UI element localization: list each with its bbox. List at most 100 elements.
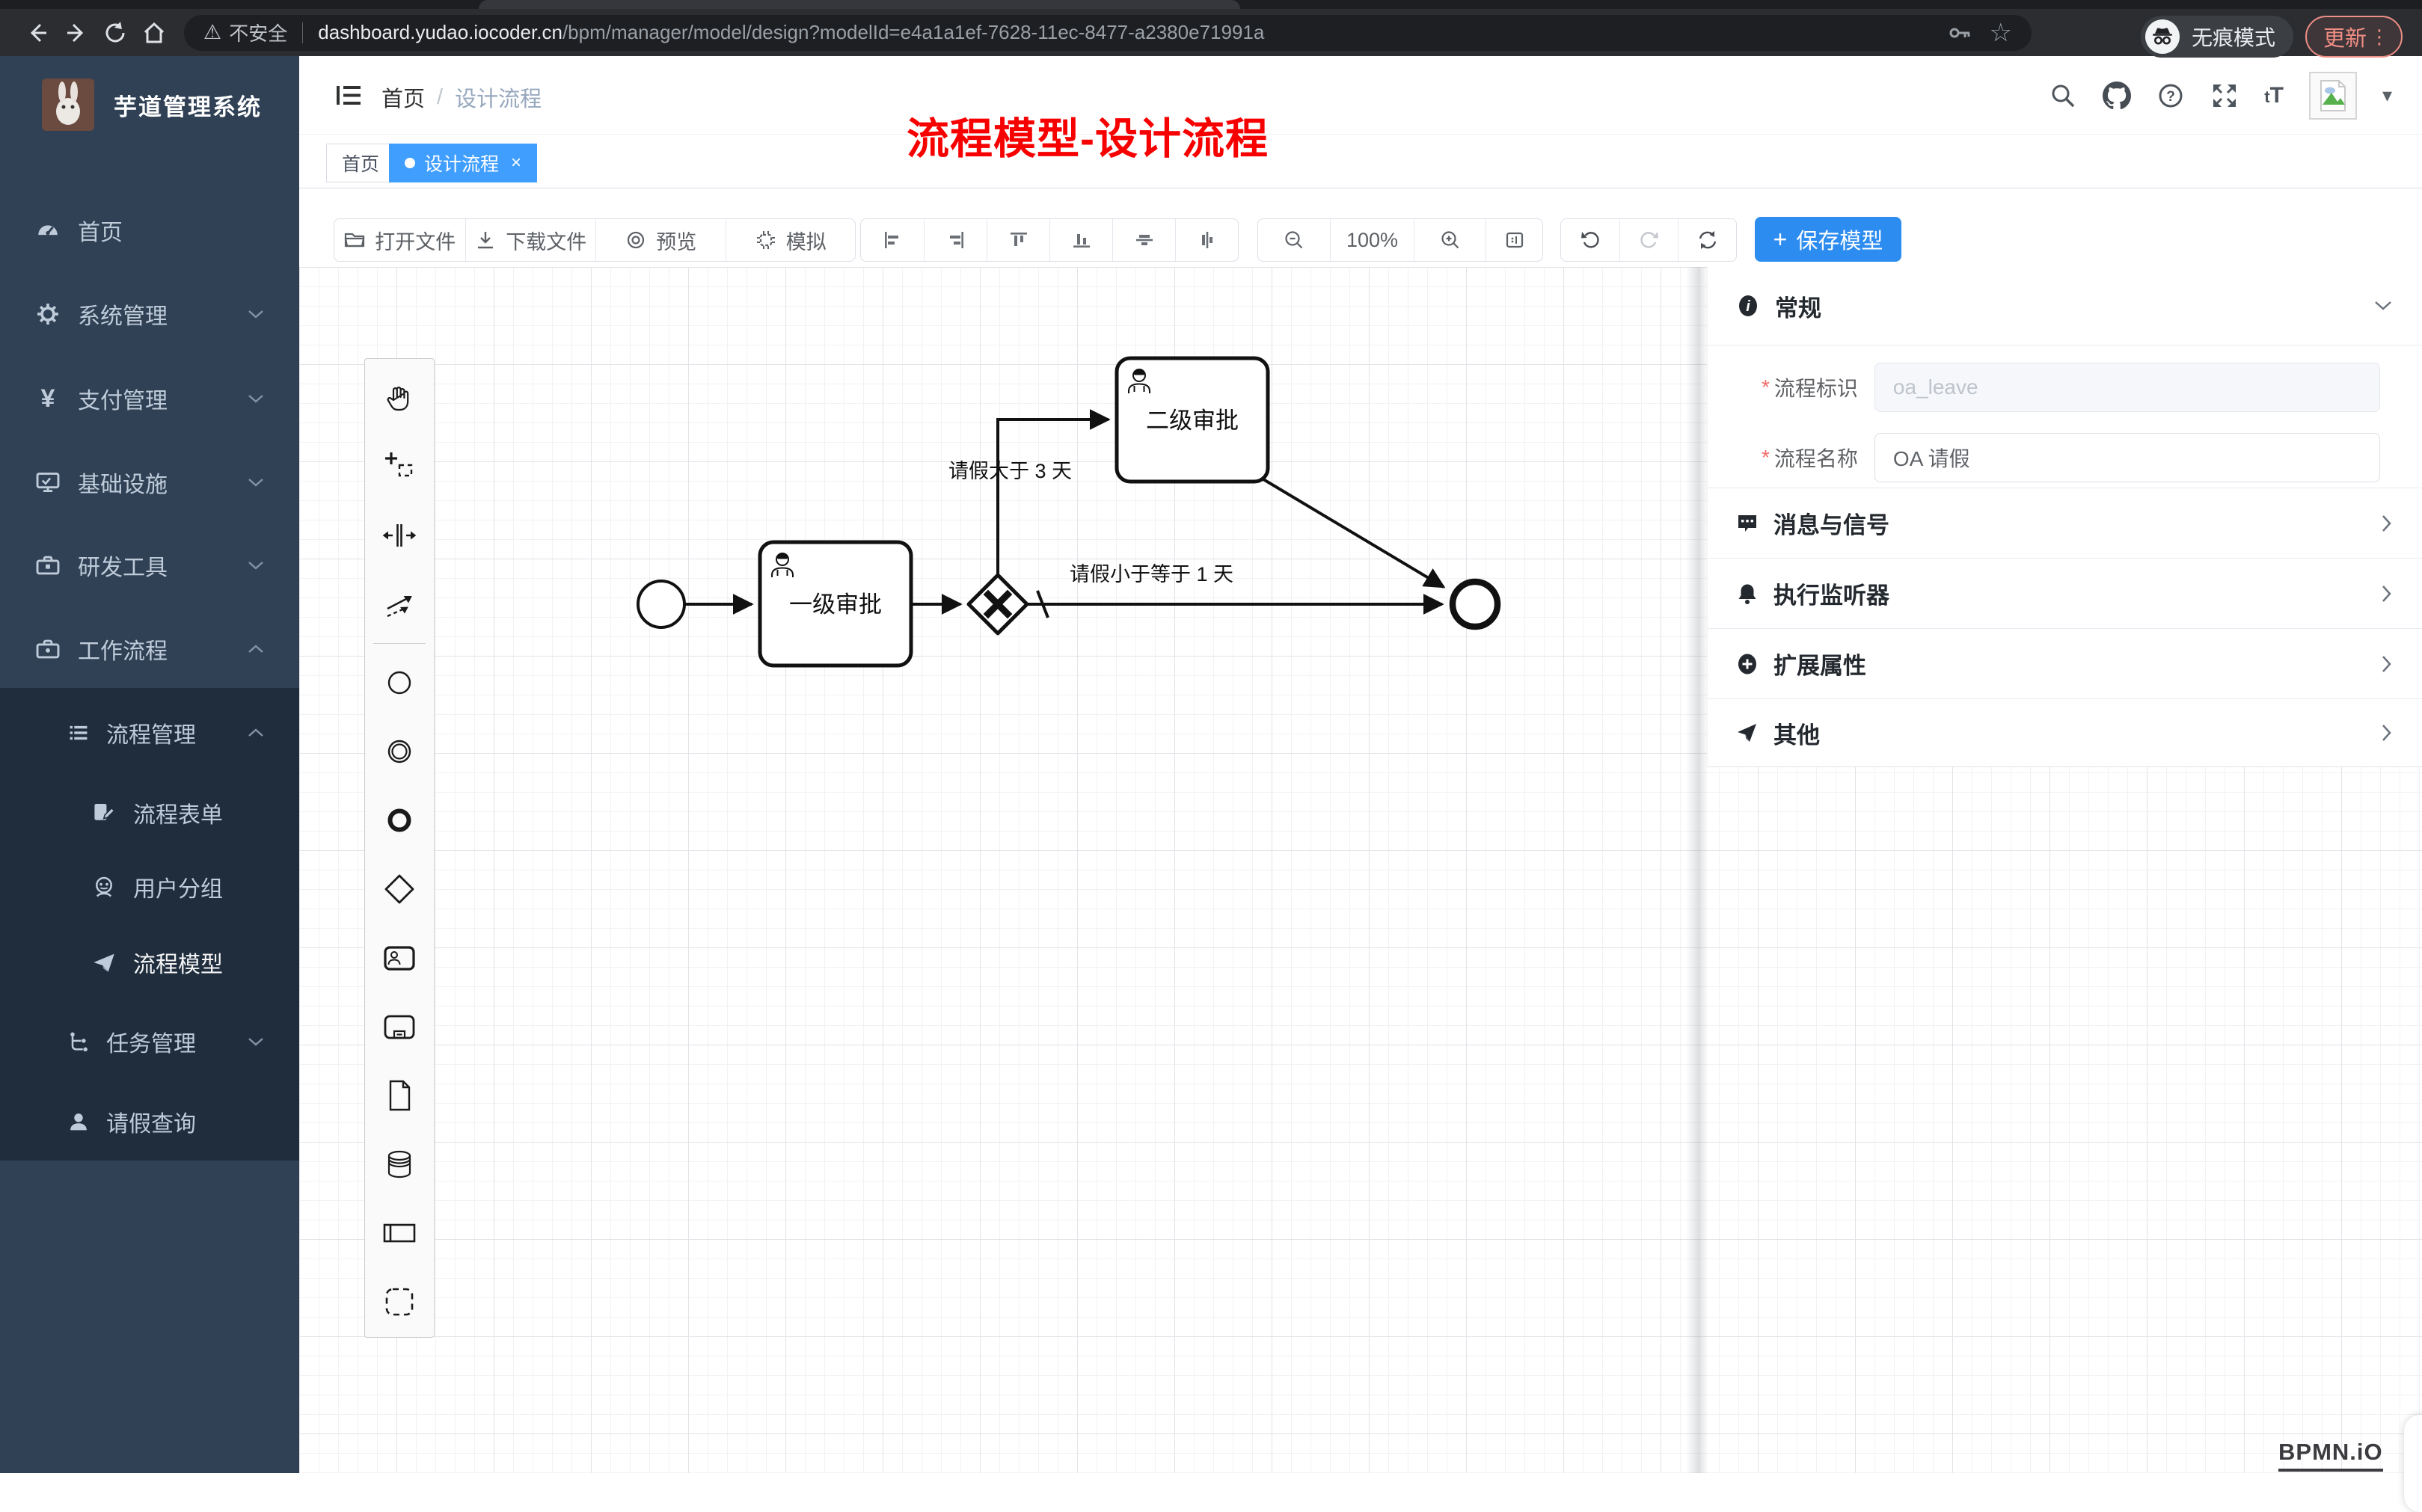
download-file-button[interactable]: 下载文件 [465, 219, 596, 261]
bpmn-io-logo[interactable]: BPMN.iO [2278, 1439, 2383, 1472]
sidebar-item-workflow[interactable]: 工作流程 [0, 607, 299, 691]
create-group[interactable] [364, 1267, 435, 1336]
tab-label: 首页 [342, 150, 379, 176]
url-host: dashboard.yudao.iocoder.cn [318, 21, 562, 44]
create-end-event[interactable] [364, 786, 435, 855]
space-tool[interactable] [364, 501, 435, 570]
save-model-label: 保存模型 [1796, 224, 1883, 255]
flow-label-gt3[interactable]: 请假大于 3 天 [948, 460, 1072, 482]
section-extended-attributes[interactable]: 扩展属性 [1708, 629, 2422, 698]
create-subprocess[interactable] [364, 992, 435, 1061]
download-icon [474, 229, 497, 251]
yen-icon: ¥ [34, 384, 61, 414]
sidebar-item-label: 用户分组 [133, 870, 223, 903]
sidebar-item-task-management[interactable]: 任务管理 [0, 1004, 299, 1079]
robot-face-icon [91, 875, 117, 899]
process-key-input[interactable] [1874, 363, 2380, 412]
create-data-store[interactable] [364, 1130, 435, 1199]
sidebar-item-label: 系统管理 [78, 298, 168, 331]
help-icon[interactable]: ? [2156, 82, 2185, 110]
fit-viewport-button[interactable] [1486, 219, 1542, 261]
sidebar-item-label: 流程管理 [106, 716, 196, 749]
restart-button[interactable] [1678, 219, 1736, 261]
exclusive-gateway[interactable] [969, 575, 1027, 633]
lasso-tool[interactable] [364, 432, 435, 501]
create-start-event[interactable] [364, 648, 435, 717]
align-bottom-button[interactable] [1049, 219, 1112, 261]
home-button[interactable] [135, 13, 174, 52]
align-right-button[interactable] [924, 219, 987, 261]
zoom-in-button[interactable] [1414, 219, 1486, 261]
open-file-button[interactable]: 打开文件 [334, 219, 465, 261]
section-general[interactable]: i 常规 [1708, 267, 2422, 345]
address-bar[interactable]: ⚠ 不安全 dashboard.yudao.iocoder.cn /bpm/ma… [184, 15, 2032, 51]
end-event[interactable] [1453, 582, 1497, 627]
global-connect-tool[interactable] [364, 570, 435, 639]
plus-circle-icon [1736, 653, 1759, 675]
search-icon[interactable] [2049, 82, 2077, 110]
zoom-out-button[interactable] [1258, 219, 1330, 261]
sidebar-item-payment[interactable]: ¥ 支付管理 [0, 357, 299, 440]
toolbar-align-group [860, 218, 1239, 262]
avatar[interactable] [2309, 72, 2357, 120]
sidebar-item-user-group[interactable]: 用户分组 [0, 849, 299, 924]
close-tab-icon[interactable]: × [511, 153, 521, 173]
forward-button[interactable] [57, 13, 96, 52]
chevron-right-icon [2381, 723, 2393, 743]
sidebar-item-leave-query[interactable]: 请假查询 [0, 1084, 299, 1159]
hand-tool[interactable] [364, 363, 435, 432]
font-size-icon[interactable]: tT [2264, 83, 2284, 108]
header-actions: ? tT ▾ [2049, 56, 2422, 135]
undo-button[interactable] [1561, 219, 1619, 261]
section-messages-signals[interactable]: 消息与信号 [1708, 488, 2422, 558]
sidebar-item-process-model[interactable]: 流程模型 [0, 925, 299, 1000]
align-vertical-center-button[interactable] [1112, 219, 1175, 261]
sidebar-item-system[interactable]: 系统管理 [0, 272, 299, 356]
start-event[interactable] [638, 581, 684, 627]
process-name-input[interactable] [1874, 433, 2380, 482]
user-task-first-approval[interactable]: 一级审批 [760, 542, 911, 666]
sidebar-item-label: 任务管理 [106, 1025, 196, 1058]
preview-button[interactable]: 预览 [595, 219, 726, 261]
reload-button[interactable] [96, 13, 135, 52]
create-user-task[interactable] [364, 924, 435, 992]
branch-icon [66, 1030, 91, 1054]
sidebar-item-process-management[interactable]: 流程管理 [0, 695, 299, 770]
align-left-button[interactable] [861, 219, 924, 261]
section-other[interactable]: 其他 [1708, 699, 2422, 766]
bookmark-star-icon[interactable]: ☆ [1990, 18, 2012, 48]
sidebar-item-process-form[interactable]: 流程表单 [0, 775, 299, 850]
flow-label-lte1[interactable]: 请假小于等于 1 天 [1070, 563, 1233, 586]
avatar-caret-icon[interactable]: ▾ [2382, 84, 2392, 107]
redo-button[interactable] [1619, 219, 1678, 261]
save-model-button[interactable]: + 保存模型 [1755, 217, 1901, 262]
collapse-sidebar-icon[interactable] [334, 80, 364, 110]
user-task-second-approval[interactable]: 二级审批 [1117, 358, 1268, 482]
update-button[interactable]: 更新 ⋮ [2305, 16, 2403, 58]
tab-label: 设计流程 [424, 150, 499, 176]
browser-menu-icon[interactable]: ⋮ [2370, 25, 2389, 49]
incognito-badge: 无痕模式 [2141, 16, 2293, 58]
password-key-icon[interactable] [1948, 20, 1973, 46]
simulate-button[interactable]: 模拟 [726, 219, 856, 261]
create-gateway[interactable] [364, 855, 435, 924]
align-horizontal-center-button[interactable] [1175, 219, 1238, 261]
breadcrumb-home[interactable]: 首页 [381, 82, 425, 113]
section-execution-listeners[interactable]: 执行监听器 [1708, 559, 2422, 628]
create-participant[interactable] [364, 1199, 435, 1267]
fullscreen-icon[interactable] [2210, 82, 2239, 110]
github-icon[interactable] [2103, 82, 2131, 110]
sidebar-item-devtools[interactable]: 研发工具 [0, 523, 299, 607]
create-data-object[interactable] [364, 1061, 435, 1130]
back-button[interactable] [18, 13, 57, 52]
sidebar-item-infra[interactable]: 基础设施 [0, 440, 299, 524]
tab-design-process[interactable]: 设计流程 × [389, 144, 537, 182]
app-logo-row[interactable]: 芋道管理系统 [0, 56, 299, 153]
create-intermediate-event[interactable] [364, 717, 435, 786]
tab-home[interactable]: 首页 [326, 144, 395, 182]
palette-separator [373, 643, 426, 644]
align-top-button[interactable] [987, 219, 1049, 261]
browser-active-tab[interactable] [479, 0, 1240, 9]
sidebar-item-home[interactable]: 首页 [0, 188, 299, 272]
toolbar-history-group [1560, 218, 1737, 262]
